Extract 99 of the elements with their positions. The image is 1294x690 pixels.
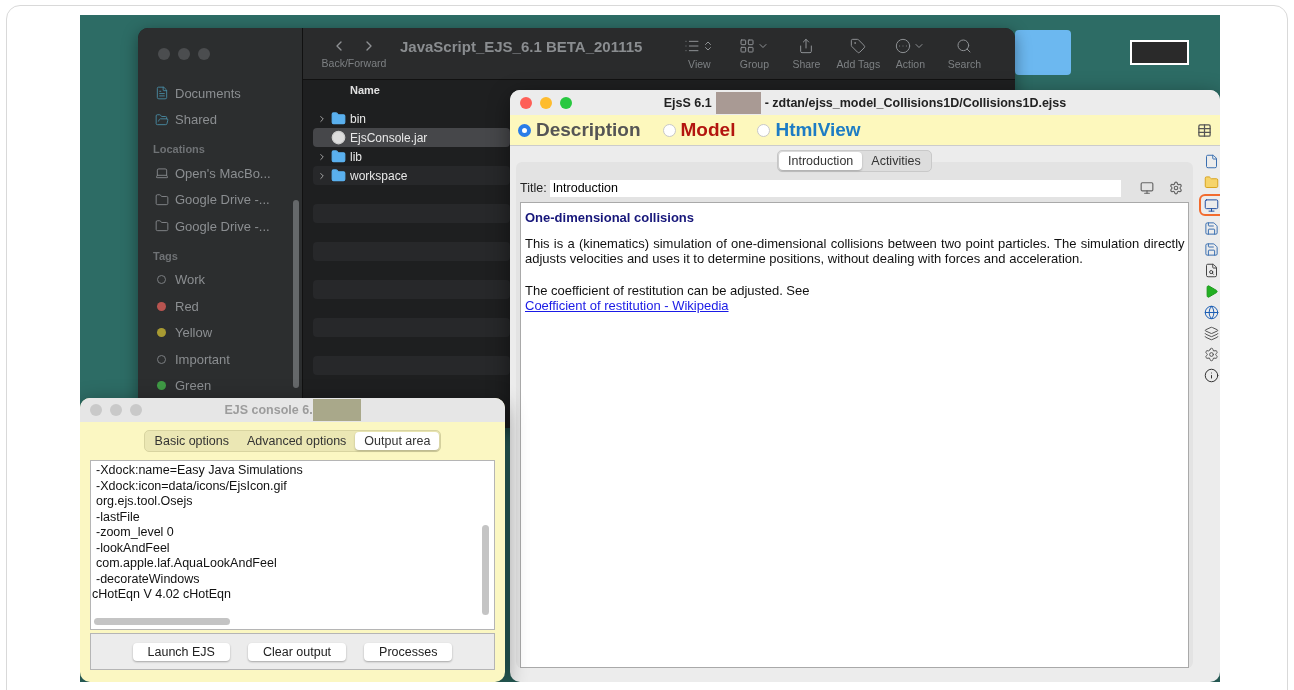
output-area[interactable]: -Xdock:name=Easy Java Simulations -Xdock:icon=data/icons/EjsIcon.gif org.ejs.tool.Osejs -lastFile -zoom_level 0 -lookAndFeel com.apple.laf.AquaLookAndFeel -decorateWindows cHotEqn V 4.02 cHotEqn xyxy=(90,460,495,630)
new-file-icon xyxy=(1204,153,1220,169)
toolbar-button[interactable] xyxy=(1198,194,1220,216)
sidebar-item[interactable]: Shared xyxy=(138,106,302,133)
close-button[interactable] xyxy=(520,96,532,109)
toolbar-button[interactable]: Group xyxy=(728,37,781,70)
title-field[interactable]: Introduction xyxy=(549,179,1121,197)
window-title: - zdtan/ejss_model_Collisions1D/Collisions1D.ejss xyxy=(764,95,1067,110)
sidebar-item[interactable]: Important xyxy=(138,346,302,373)
table-icon[interactable] xyxy=(1197,122,1212,138)
file-row[interactable]: EjsConsole.jar xyxy=(313,128,510,147)
folder-icon xyxy=(155,192,169,207)
document-icon xyxy=(155,86,169,101)
output-line: -decorateWindows xyxy=(95,571,201,587)
search-icon xyxy=(956,37,973,54)
output-line: cHotEqn V 4.02 cHotEqn xyxy=(91,587,232,603)
folder-icon xyxy=(331,111,346,126)
file-magnifier-icon xyxy=(1204,262,1220,278)
tab[interactable]: Basic options xyxy=(145,432,238,450)
mode-radio[interactable]: HtmlView xyxy=(757,119,861,141)
window-title: JavaScript_EJS_6.1 BETA_201115 xyxy=(400,38,643,57)
file-row[interactable]: bin xyxy=(313,109,510,128)
grid-icon xyxy=(739,37,770,54)
disclosure-icon[interactable] xyxy=(317,151,327,162)
console-button[interactable]: Launch EJS xyxy=(132,642,230,661)
toolbar-button[interactable]: Search xyxy=(936,37,993,70)
sidebar-item[interactable]: Google Drive -... xyxy=(138,213,302,240)
file-row[interactable]: workspace xyxy=(313,166,510,185)
wikipedia-link[interactable]: Coefficient of restitution - Wikipedia xyxy=(525,298,729,314)
toolbar-button[interactable]: Share xyxy=(780,37,833,70)
mode-label: HtmlView xyxy=(775,119,861,141)
tab[interactable]: Introduction xyxy=(779,152,863,170)
tag-icon xyxy=(850,37,867,54)
monitor-icon xyxy=(1204,197,1220,213)
settings-icon[interactable] xyxy=(1168,181,1183,195)
scrollbar[interactable] xyxy=(293,200,299,388)
sidebar-item[interactable]: Open's MacBo... xyxy=(138,160,302,187)
toolbar-button[interactable]: Action xyxy=(884,37,937,70)
toolbar-button[interactable]: View xyxy=(670,37,729,70)
description-heading: One-dimensional collisions xyxy=(525,210,696,226)
folder-icon xyxy=(155,219,169,234)
ellipsis-circle-icon xyxy=(895,37,926,54)
sidebar-heading: Tags xyxy=(152,248,179,264)
file-row[interactable]: lib xyxy=(313,147,510,166)
field-label: Title: xyxy=(520,181,547,195)
disclosure-icon[interactable] xyxy=(317,170,327,181)
description-paragraph: The coefficient of restitution can be adjusted. See xyxy=(525,282,811,298)
radio-icon[interactable] xyxy=(757,123,771,137)
sidebar-item[interactable]: Google Drive -... xyxy=(138,186,302,213)
globe-icon xyxy=(1204,304,1220,320)
output-line: -zoom_level 0 xyxy=(95,525,175,541)
settings-icon xyxy=(1204,346,1220,362)
redaction-block xyxy=(715,91,761,114)
mode-radio[interactable]: Model xyxy=(662,119,736,141)
output-line: -Xdock:name=Easy Java Simulations xyxy=(95,463,304,479)
screenshot-thumbnail[interactable] xyxy=(1130,40,1189,65)
mode-label: Model xyxy=(680,119,736,141)
shared-folder-icon xyxy=(155,112,169,127)
console-button[interactable]: Clear output xyxy=(247,642,347,661)
folder-icon xyxy=(1204,174,1220,190)
folder-icon xyxy=(331,149,346,164)
sidebar-item[interactable]: Yellow xyxy=(138,319,302,346)
tab[interactable]: Activities xyxy=(862,152,930,170)
description-paragraph: This is a (kinematics) simulation of one-dimensional collisions between two point particles. The simulation directly adjusts velocities and uses it to determine positions, without dealing with forces and acceleration. xyxy=(525,235,1185,267)
layers-icon xyxy=(1204,325,1220,341)
zoom-button[interactable] xyxy=(560,96,572,109)
info-icon xyxy=(1204,367,1220,383)
sidebar-item[interactable]: Documents xyxy=(138,80,302,107)
toolbar-label: Back/Forward xyxy=(321,57,387,69)
scrollbar[interactable] xyxy=(482,525,489,615)
disclosure-icon[interactable] xyxy=(317,113,327,124)
file-name: bin xyxy=(350,111,366,126)
tab[interactable]: Output area xyxy=(355,432,440,450)
redaction-block xyxy=(312,399,361,421)
share-icon xyxy=(798,37,815,54)
window-title: EjsS 6.1 xyxy=(663,95,712,110)
file-name: EjsConsole.jar xyxy=(350,130,428,145)
toolbar-button[interactable]: Add Tags xyxy=(832,37,885,70)
output-line: -lastFile xyxy=(95,509,141,525)
column-header[interactable]: Name xyxy=(350,84,380,96)
scrollbar[interactable] xyxy=(94,618,230,625)
output-line: com.apple.laf.AquaLookAndFeel xyxy=(95,556,278,572)
output-line: -lookAndFeel xyxy=(95,540,171,556)
tab[interactable]: Advanced options xyxy=(237,432,356,450)
window-title: EJS console 6. xyxy=(224,403,313,417)
folder-icon xyxy=(331,168,346,183)
console-button[interactable]: Processes xyxy=(364,642,453,661)
radio-icon[interactable] xyxy=(662,123,676,137)
file-name: workspace xyxy=(350,168,408,183)
sidebar-item[interactable]: Green xyxy=(138,372,302,399)
sidebar-item[interactable]: Work xyxy=(138,266,302,293)
radio-icon[interactable] xyxy=(518,123,531,137)
output-line: -Xdock:icon=data/icons/EjsIcon.gif xyxy=(95,478,288,494)
laptop-icon xyxy=(155,166,169,181)
play-icon xyxy=(1204,283,1220,299)
sidebar-heading: Locations xyxy=(152,142,206,157)
sidebar-item[interactable]: Red xyxy=(138,293,302,320)
output-line: org.ejs.tool.Osejs xyxy=(95,494,194,510)
file-name: lib xyxy=(350,149,362,164)
